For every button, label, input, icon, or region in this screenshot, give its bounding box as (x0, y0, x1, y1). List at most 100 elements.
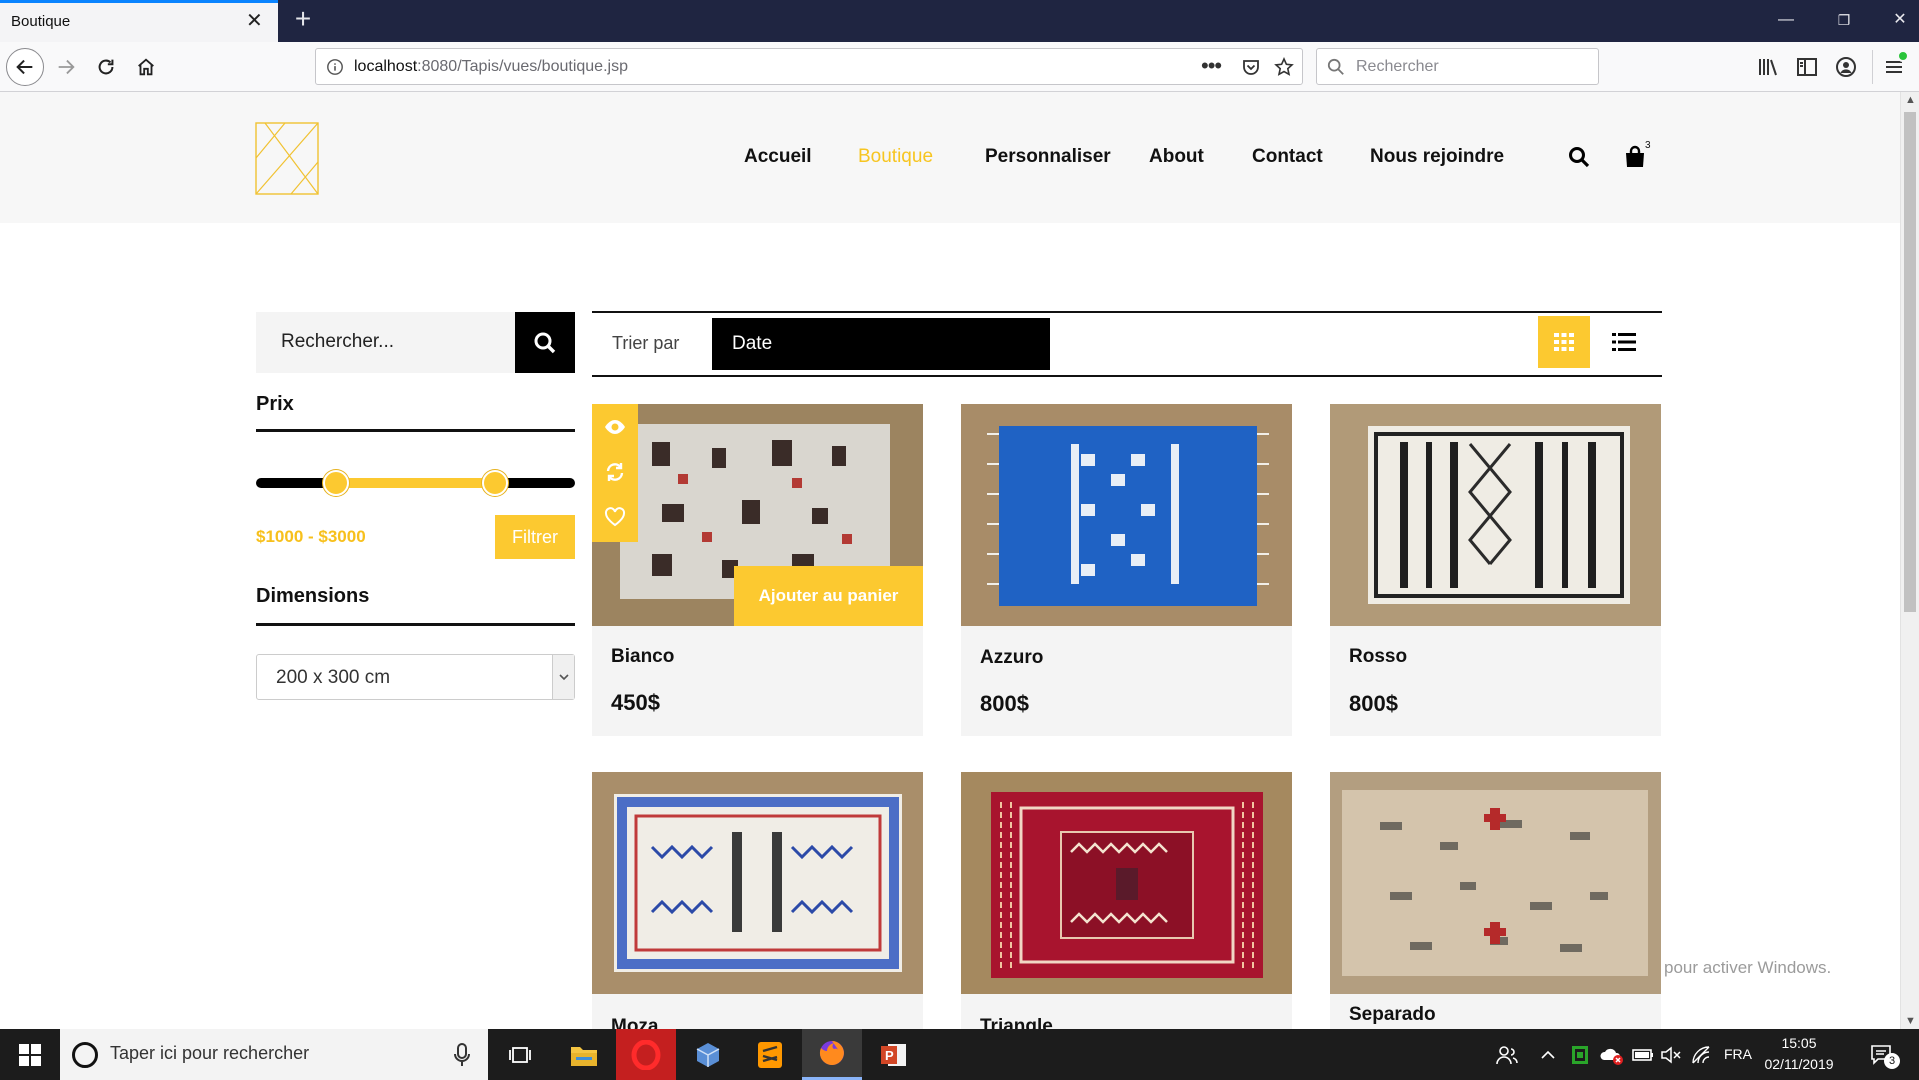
volume-muted-icon[interactable] (1660, 1043, 1682, 1067)
search-icon (534, 332, 556, 353)
price-slider-min-handle[interactable] (322, 470, 349, 496)
chevron-down-icon (552, 655, 574, 699)
product-image[interactable] (961, 404, 1292, 626)
virtualbox-app[interactable] (678, 1029, 738, 1080)
menu-item-nous-rejoindre[interactable]: Nous rejoindre (1370, 146, 1504, 168)
scroll-down-icon[interactable]: ▼ (1905, 1015, 1916, 1027)
account-icon[interactable] (1834, 55, 1858, 79)
task-view-button[interactable] (490, 1029, 550, 1080)
product-card[interactable]: Rosso 800$ (1330, 404, 1661, 736)
grid-view-button[interactable] (1538, 316, 1590, 368)
sort-select[interactable]: Date (712, 318, 1050, 370)
forward-button[interactable] (47, 48, 85, 86)
product-price: 450$ (611, 690, 660, 715)
home-button[interactable] (127, 48, 165, 86)
reload-button[interactable] (87, 48, 125, 86)
action-center-button[interactable]: 3 (1866, 1041, 1900, 1069)
product-card[interactable]: Separado (1330, 772, 1661, 1029)
product-name[interactable]: Azzuro (980, 647, 1043, 669)
product-name[interactable]: Rosso (1349, 646, 1407, 668)
product-name[interactable]: Triangle (980, 1016, 1053, 1029)
menu-item-boutique[interactable]: Boutique (858, 146, 933, 168)
page-actions-icon[interactable]: ••• (1201, 53, 1222, 79)
site-logo[interactable] (255, 122, 319, 195)
sublime-icon (758, 1041, 782, 1068)
tab-title: Boutique (11, 13, 71, 30)
dimensions-select[interactable]: 200 x 300 cm (256, 654, 575, 700)
shop-search-input[interactable]: Rechercher... (281, 331, 394, 353)
menu-item-about[interactable]: About (1149, 146, 1204, 168)
sidebar-icon[interactable] (1795, 55, 1819, 79)
dimensions-selected-value: 200 x 300 cm (276, 667, 391, 688)
eye-icon[interactable] (604, 416, 626, 438)
add-to-cart-button[interactable]: Ajouter au panier (734, 566, 923, 626)
chevron-up-icon[interactable] (1540, 1043, 1556, 1067)
list-icon (1612, 333, 1636, 351)
shop-search-box: Rechercher... (256, 312, 575, 373)
scroll-up-icon[interactable]: ▲ (1905, 94, 1916, 106)
pocket-icon[interactable] (1241, 57, 1261, 77)
product-card[interactable]: Ajouter au panier Bianco 450$ (592, 404, 923, 736)
restore-icon[interactable]: ❐ (1824, 8, 1864, 32)
menu-button[interactable] (1872, 50, 1912, 84)
shop-search-button[interactable] (515, 312, 575, 373)
product-card[interactable]: Moza (592, 772, 923, 1029)
menu-item-personnaliser[interactable]: Personnaliser (985, 146, 1111, 168)
price-slider-range (335, 478, 496, 488)
file-explorer-app[interactable] (554, 1029, 614, 1080)
notification-count-badge: 3 (1884, 1053, 1900, 1069)
product-image[interactable] (961, 772, 1292, 994)
header-search-icon[interactable] (1568, 146, 1590, 168)
taskbar-search-box[interactable]: Taper ici pour rechercher (60, 1029, 488, 1080)
back-button[interactable] (6, 48, 44, 86)
page-scrollbar[interactable]: ▲ ▼ (1900, 92, 1919, 1029)
product-image[interactable]: Ajouter au panier (592, 404, 923, 626)
product-name[interactable]: Bianco (611, 646, 674, 668)
scrollbar-thumb[interactable] (1904, 112, 1916, 612)
list-view-button[interactable] (1598, 316, 1650, 368)
product-card[interactable]: Azzuro 800$ (961, 404, 1292, 736)
product-image[interactable] (1330, 772, 1661, 994)
compare-refresh-icon[interactable] (604, 461, 626, 483)
minimize-icon[interactable]: — (1766, 8, 1806, 32)
powerpoint-icon: P (881, 1043, 906, 1066)
home-icon (138, 58, 154, 76)
sublime-text-app[interactable] (740, 1029, 800, 1080)
battery-icon[interactable] (1632, 1043, 1654, 1067)
product-image[interactable] (1330, 404, 1661, 626)
bookmark-star-icon[interactable] (1274, 57, 1294, 77)
svg-text:P: P (885, 1048, 894, 1063)
browser-tab-bar: Boutique ✕ + — ❐ ✕ (0, 0, 1919, 42)
info-icon[interactable] (326, 58, 344, 76)
browser-tab[interactable]: Boutique ✕ (0, 0, 278, 42)
product-name[interactable]: Separado (1349, 1004, 1436, 1026)
onedrive-error-icon[interactable] (1600, 1043, 1624, 1067)
firefox-app[interactable] (802, 1029, 862, 1080)
server-status-icon[interactable] (1570, 1043, 1590, 1067)
microphone-icon[interactable] (454, 1043, 470, 1067)
language-indicator[interactable]: FRA (1724, 1046, 1752, 1070)
browser-search-bar[interactable]: Rechercher (1316, 48, 1599, 85)
product-image[interactable] (592, 772, 923, 994)
start-button[interactable] (0, 1029, 60, 1080)
opera-app[interactable] (616, 1029, 676, 1080)
tab-close-icon[interactable]: ✕ (246, 11, 263, 31)
filter-button[interactable]: Filtrer (495, 515, 575, 559)
product-card[interactable]: Triangle (961, 772, 1292, 1029)
price-slider-max-handle[interactable] (482, 470, 509, 496)
window-close-icon[interactable]: ✕ (1880, 8, 1919, 32)
windows-logo-icon (19, 1043, 41, 1066)
people-icon[interactable] (1496, 1043, 1518, 1067)
opera-icon (631, 1039, 661, 1070)
clock-date: 02/11/2019 (1764, 1056, 1834, 1072)
url-bar[interactable]: localhost:8080/Tapis/vues/boutique.jsp •… (315, 48, 1303, 85)
heart-icon[interactable] (604, 506, 626, 528)
new-tab-icon[interactable]: + (288, 5, 318, 35)
taskbar-clock[interactable]: 15:05 02/11/2019 (1754, 1033, 1844, 1075)
menu-item-accueil[interactable]: Accueil (744, 146, 812, 168)
library-icon[interactable] (1756, 55, 1780, 79)
powerpoint-app[interactable]: P (864, 1029, 924, 1080)
wifi-icon[interactable] (1690, 1043, 1712, 1067)
product-name[interactable]: Moza (611, 1016, 659, 1029)
menu-item-contact[interactable]: Contact (1252, 146, 1323, 168)
